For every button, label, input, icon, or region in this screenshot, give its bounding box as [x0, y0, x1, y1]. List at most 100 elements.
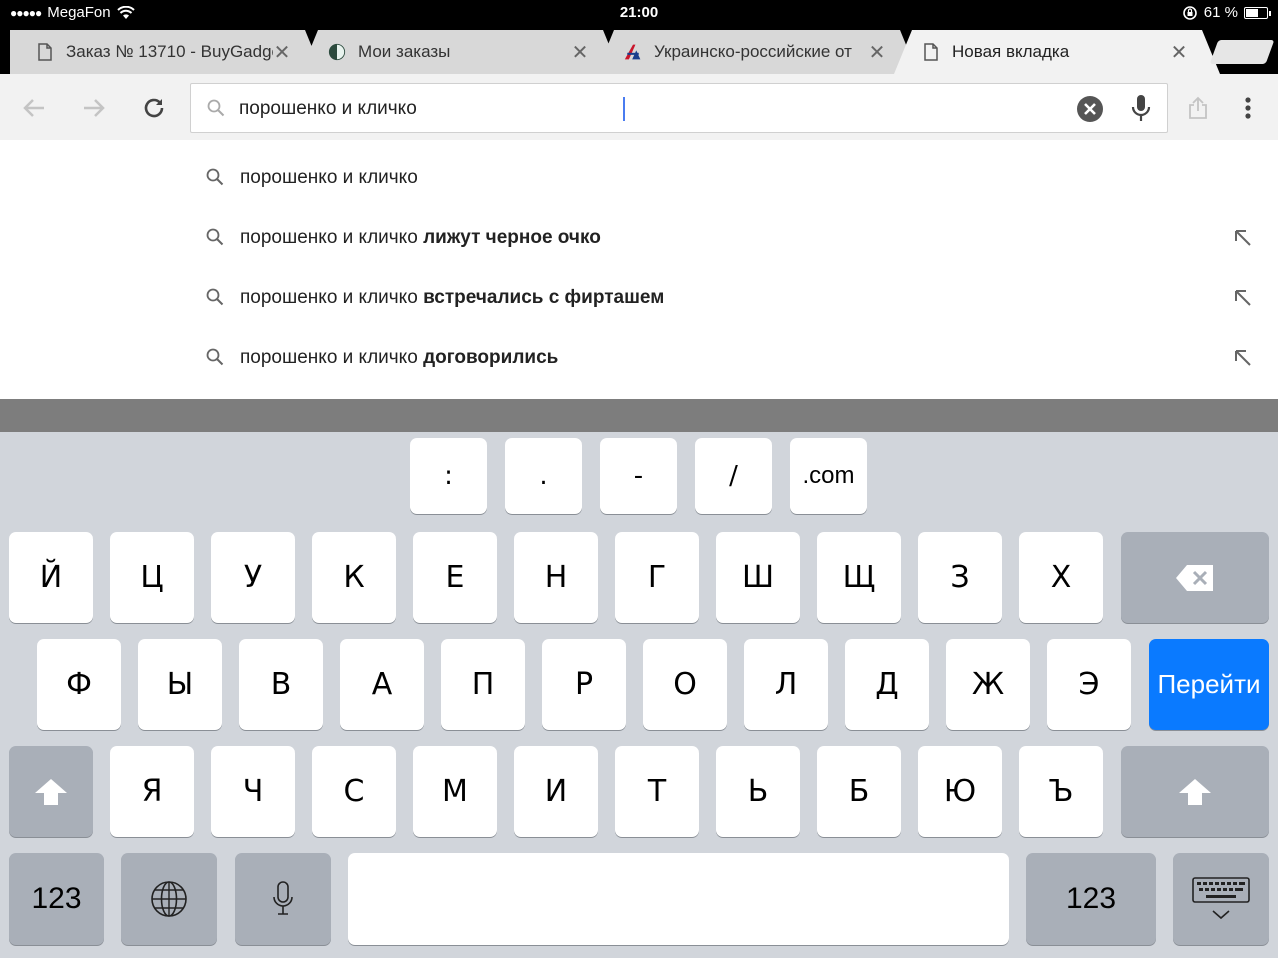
battery-fill: [1246, 8, 1259, 17]
key-dotcom[interactable]: .com: [790, 438, 867, 514]
omnibox[interactable]: [190, 83, 1168, 133]
search-icon: [206, 348, 224, 366]
globe-icon: [151, 881, 187, 917]
key-period[interactable]: .: [505, 438, 582, 514]
key-colon[interactable]: :: [410, 438, 487, 514]
tab-close-button[interactable]: ✕: [273, 40, 291, 65]
key-letter[interactable]: Е: [413, 532, 497, 623]
suggestions-list: порошенко и кличко порошенко и кличко ли…: [0, 140, 1278, 399]
tab-title: Мои заказы: [358, 42, 451, 61]
key-letter[interactable]: О: [643, 639, 727, 730]
shift-key-right[interactable]: [1121, 746, 1269, 837]
voice-search-button[interactable]: [1129, 94, 1153, 124]
microphone-icon: [1131, 95, 1151, 121]
tab-4-active[interactable]: Новая вкладка ✕: [894, 30, 1220, 74]
key-letter[interactable]: П: [441, 639, 525, 730]
tab-1[interactable]: Заказ № 13710 - BuyGadge ✕: [10, 30, 323, 74]
key-letter[interactable]: Ч: [211, 746, 295, 837]
toolbar: [0, 74, 1278, 140]
key-letter[interactable]: Ы: [138, 639, 222, 730]
close-icon: [1084, 103, 1096, 115]
key-letter[interactable]: Э: [1047, 639, 1131, 730]
key-letter[interactable]: Ф: [37, 639, 121, 730]
suggestion-text: порошенко и кличко встречались с фирташе…: [240, 287, 665, 308]
suggestion-item[interactable]: порошенко и кличко: [0, 148, 1278, 208]
shift-key-left[interactable]: [9, 746, 93, 837]
suggestion-text: порошенко и кличко договорились: [240, 347, 559, 368]
tab-close-button[interactable]: ✕: [1170, 40, 1188, 65]
share-icon: [1189, 96, 1207, 119]
globe-key[interactable]: [121, 853, 217, 945]
tab-3[interactable]: Украинско-российские от ✕: [596, 30, 918, 74]
search-icon: [206, 168, 224, 186]
tab-2[interactable]: Мои заказы ✕: [300, 30, 621, 74]
key-letter[interactable]: М: [413, 746, 497, 837]
forward-arrow-icon: [84, 99, 105, 117]
key-letter[interactable]: Й: [9, 532, 93, 623]
key-letter[interactable]: З: [918, 532, 1002, 623]
refine-arrow-icon[interactable]: [1233, 288, 1253, 308]
key-letter[interactable]: Г: [615, 532, 699, 623]
key-slash[interactable]: /: [695, 438, 772, 514]
tab-close-button[interactable]: ✕: [571, 40, 589, 65]
key-letter[interactable]: Ю: [918, 746, 1002, 837]
key-letter[interactable]: В: [239, 639, 323, 730]
key-hyphen[interactable]: -: [600, 438, 677, 514]
key-letter[interactable]: Т: [615, 746, 699, 837]
key-letter[interactable]: Ш: [716, 532, 800, 623]
key-letter[interactable]: Л: [744, 639, 828, 730]
menu-button[interactable]: [1228, 88, 1268, 128]
key-letter[interactable]: Р: [542, 639, 626, 730]
tab-strip: Заказ № 13710 - BuyGadge ✕ Мои заказы ✕ …: [0, 26, 1278, 74]
refine-arrow-icon[interactable]: [1233, 228, 1253, 248]
suggestion-item[interactable]: порошенко и кличко встречались с фирташе…: [0, 268, 1278, 328]
forward-button[interactable]: [74, 88, 114, 128]
back-arrow-icon: [23, 99, 44, 117]
key-letter[interactable]: Я: [110, 746, 194, 837]
search-icon: [206, 288, 224, 306]
suggestion-item[interactable]: порошенко и кличко лижут черное очко: [0, 208, 1278, 268]
tab-title: Новая вкладка: [952, 42, 1070, 61]
go-button[interactable]: Перейти: [1149, 639, 1269, 730]
key-letter[interactable]: И: [514, 746, 598, 837]
shift-icon: [1179, 778, 1211, 805]
suggestion-item[interactable]: порошенко и кличко договорились: [0, 328, 1278, 388]
tab-title: Заказ № 13710 - BuyGadge: [66, 42, 273, 61]
clear-input-button[interactable]: [1077, 96, 1103, 122]
key-letter[interactable]: Д: [845, 639, 929, 730]
text-caret: [623, 97, 625, 121]
share-button[interactable]: [1178, 88, 1218, 128]
backspace-key[interactable]: [1121, 532, 1269, 623]
key-letter[interactable]: А: [340, 639, 424, 730]
key-letter[interactable]: Ц: [110, 532, 194, 623]
reload-icon: [144, 98, 164, 118]
numbers-key-right[interactable]: 123: [1026, 853, 1156, 945]
onscreen-keyboard: : . - / .com Й Ц У К Е Н Г Ш Щ З Х Ф Ы В…: [0, 432, 1278, 958]
key-letter[interactable]: Ь: [716, 746, 800, 837]
reload-button[interactable]: [134, 88, 174, 128]
key-letter[interactable]: Х: [1019, 532, 1103, 623]
key-letter[interactable]: Ъ: [1019, 746, 1103, 837]
hide-keyboard-key[interactable]: [1173, 853, 1269, 945]
key-letter[interactable]: К: [312, 532, 396, 623]
back-button[interactable]: [14, 88, 54, 128]
tab-title: Украинско-российские от: [654, 42, 852, 61]
dictation-key[interactable]: [235, 853, 331, 945]
key-letter[interactable]: Щ: [817, 532, 901, 623]
key-letter[interactable]: У: [211, 532, 295, 623]
backspace-icon: [1176, 564, 1213, 591]
key-letter[interactable]: Н: [514, 532, 598, 623]
omnibox-input[interactable]: [239, 94, 1059, 124]
tab-close-button[interactable]: ✕: [868, 40, 886, 65]
status-bar: ●●●●● MegaFon 21:00 61 %: [0, 0, 1278, 26]
search-icon: [207, 99, 225, 117]
space-bar[interactable]: [348, 853, 1009, 945]
new-tab-button[interactable]: [1209, 40, 1275, 64]
key-letter[interactable]: Б: [817, 746, 901, 837]
clock: 21:00: [619, 4, 659, 21]
refine-arrow-icon[interactable]: [1233, 348, 1253, 368]
page-icon: [922, 43, 940, 61]
key-letter[interactable]: Ж: [946, 639, 1030, 730]
numbers-key-left[interactable]: 123: [9, 853, 104, 945]
key-letter[interactable]: С: [312, 746, 396, 837]
